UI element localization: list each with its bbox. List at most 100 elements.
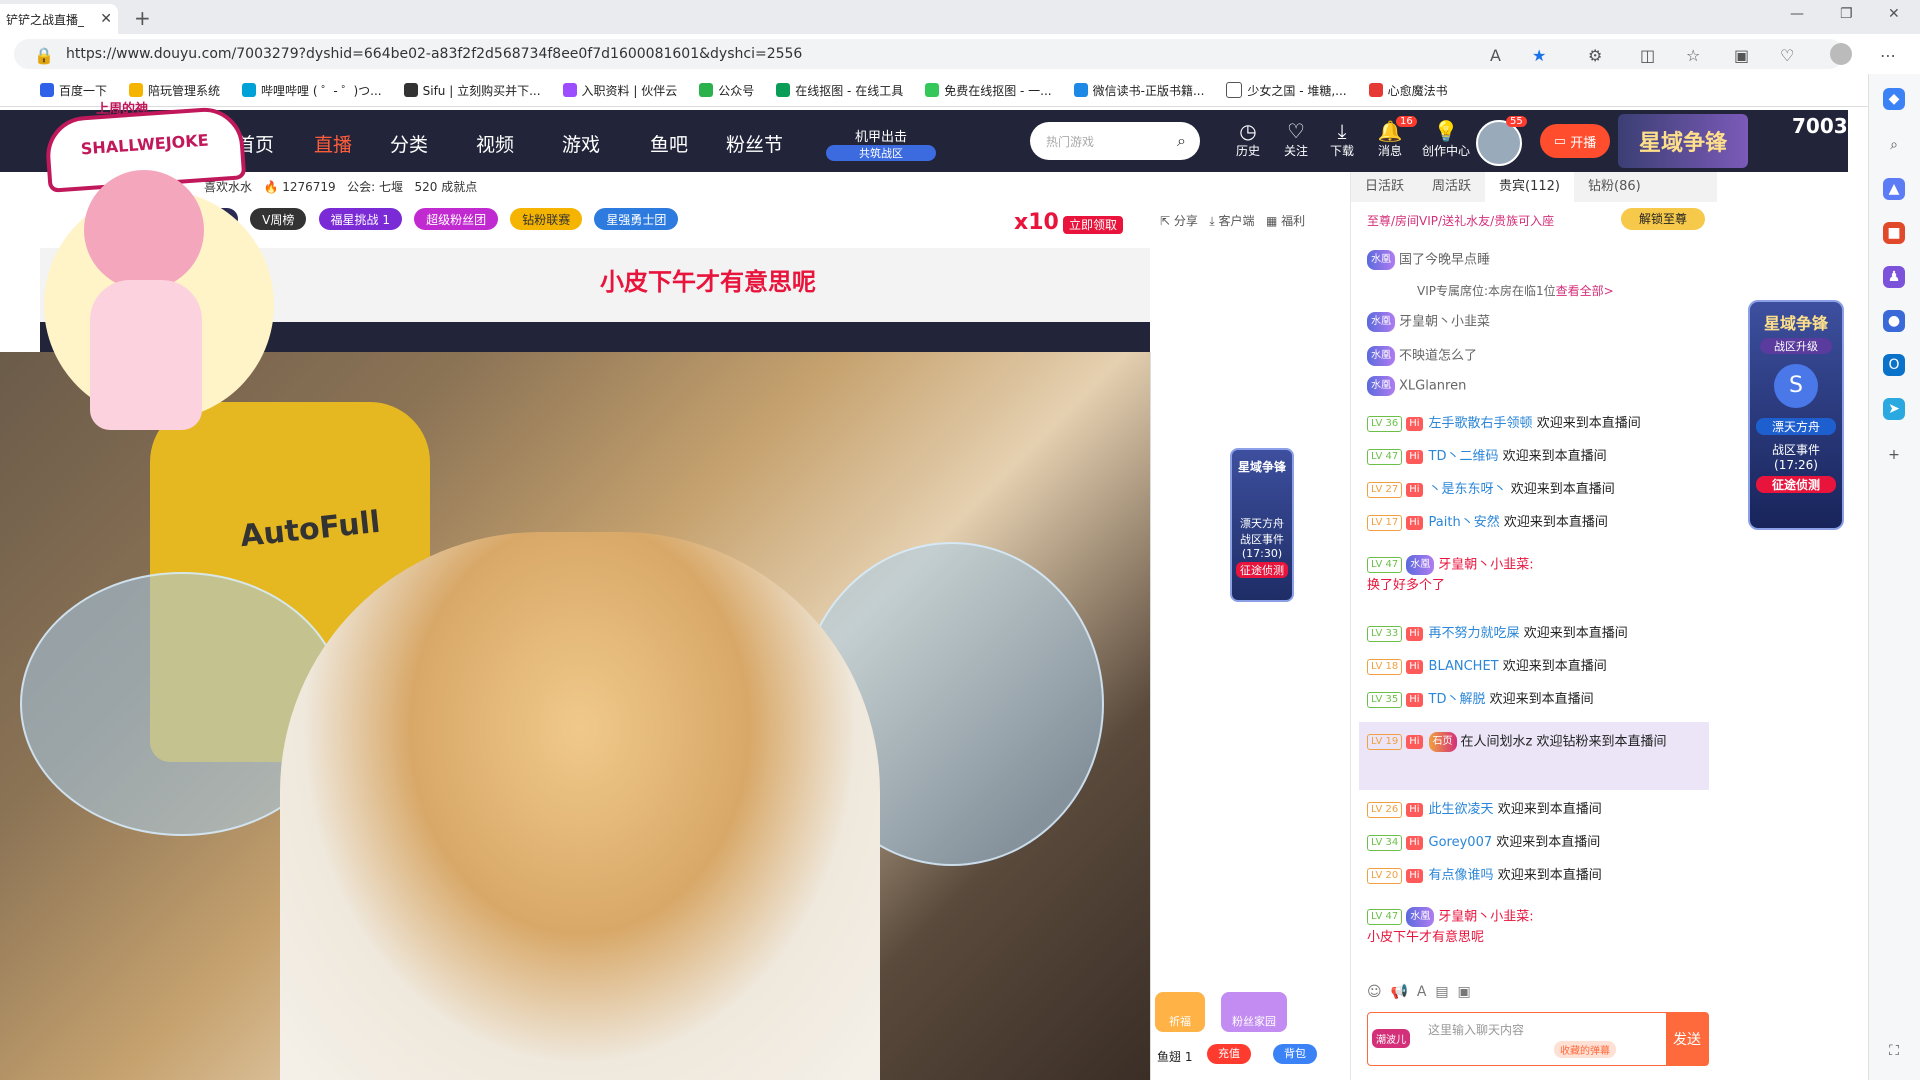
chat-username[interactable]: BLANCHET bbox=[1429, 659, 1499, 674]
history-button[interactable]: ◷ 历史 bbox=[1226, 120, 1270, 159]
guild-label[interactable]: 公会: 七堰 bbox=[347, 180, 403, 194]
shopping-icon[interactable]: ■ bbox=[1883, 222, 1905, 244]
tag-icon[interactable]: ▲ bbox=[1883, 178, 1905, 200]
streamer-tag[interactable]: 喜欢水水 bbox=[204, 180, 252, 194]
chat-identity-badge[interactable]: 潮波儿 bbox=[1372, 1029, 1410, 1048]
mini-recharge-button[interactable]: 充值 bbox=[1207, 1044, 1251, 1064]
vip-seat-row[interactable]: 水凰 不映道怎么了 bbox=[1367, 346, 1707, 367]
nav-live[interactable]: 直播 bbox=[314, 130, 352, 157]
emoji-icon[interactable]: ☺ bbox=[1367, 984, 1382, 1000]
chat-message[interactable]: LV 27 Hi 丶是东东呀丶 欢迎来到本直播间 bbox=[1367, 480, 1707, 500]
promo-claim-button[interactable]: 立即领取 bbox=[1062, 216, 1123, 234]
chat-message[interactable]: LV 33 Hi 再不努力就吃屎 欢迎来到本直播间 bbox=[1367, 624, 1707, 644]
close-window-icon[interactable]: ✕ bbox=[1888, 6, 1900, 22]
chat-input[interactable]: 潮波儿 这里输入聊天内容 收藏的弹幕 发送 bbox=[1367, 1012, 1709, 1066]
chat-message[interactable]: LV 47 水凰 牙皇朝丶小韭菜: 换了好多个了 bbox=[1367, 555, 1707, 596]
nav-video[interactable]: 视频 bbox=[476, 130, 514, 157]
search-icon[interactable]: ⌕ bbox=[1177, 131, 1186, 151]
mini-backpack-button[interactable]: 背包 bbox=[1273, 1044, 1317, 1064]
mini-fan-home-button[interactable]: 粉丝家园 bbox=[1221, 992, 1287, 1032]
messages-button[interactable]: 🔔 消息 16 bbox=[1368, 116, 1417, 159]
client-button[interactable]: ⤓ 客户端 bbox=[1209, 214, 1254, 228]
mini-event-badge[interactable]: 星域争锋 漂天方舟 战区事件 (17:30) 征途侦测 bbox=[1230, 448, 1294, 602]
chat-message[interactable]: LV 35 Hi TD丶解脱 欢迎来到本直播间 bbox=[1367, 690, 1707, 710]
extensions-icon[interactable]: ⚙ bbox=[1588, 46, 1602, 65]
chat-message[interactable]: LV 18 Hi BLANCHET 欢迎来到本直播间 bbox=[1367, 657, 1707, 677]
creator-center-button[interactable]: 💡 创作中心 bbox=[1416, 120, 1476, 159]
restore-icon[interactable]: ❐ bbox=[1840, 6, 1853, 22]
nav-fishbar[interactable]: 鱼吧 bbox=[650, 130, 688, 157]
pill-super-fans[interactable]: 超级粉丝团 bbox=[414, 208, 499, 230]
chat-username[interactable]: 丶是东东呀丶 bbox=[1429, 482, 1507, 497]
bookmark-item[interactable]: 入职资料 | 伙伴云 bbox=[562, 82, 677, 99]
chat-message[interactable]: LV 17 Hi Paith丶安然 欢迎来到本直播间 bbox=[1367, 513, 1707, 533]
lock-icon[interactable]: 🔒 bbox=[34, 46, 54, 65]
nav-fan-festival[interactable]: 粉丝节 bbox=[726, 130, 783, 157]
share-button[interactable]: ⇱ 分享 bbox=[1160, 214, 1198, 228]
bookmark-item[interactable]: 陪玩管理系统 bbox=[129, 82, 220, 99]
url-field[interactable]: https://www.douyu.com/7003279?dyshid=664… bbox=[14, 39, 1844, 69]
performance-icon[interactable]: ♡ bbox=[1780, 46, 1794, 65]
nav-games[interactable]: 游戏 bbox=[562, 130, 600, 157]
chat-username[interactable]: 有点像谁吗 bbox=[1429, 868, 1494, 883]
card-icon[interactable]: ▤ bbox=[1435, 984, 1448, 1000]
bookmark-item[interactable]: 公众号 bbox=[699, 82, 754, 99]
vip-seat-row[interactable]: 水凰 牙皇朝丶小韭菜 bbox=[1367, 312, 1707, 333]
unlock-vip-button[interactable]: 解锁至尊 bbox=[1621, 208, 1705, 230]
chat-message[interactable]: LV 20 Hi 有点像谁吗 欢迎来到本直播间 bbox=[1367, 866, 1707, 886]
event-banner[interactable]: 星域争锋 bbox=[1618, 114, 1748, 168]
saved-barrage-tag[interactable]: 收藏的弹幕 bbox=[1554, 1041, 1616, 1058]
close-tab-icon[interactable]: ✕ bbox=[100, 11, 112, 27]
bookmark-item[interactable]: 哔哩哔哩 ( ゜- ゜)つ... bbox=[242, 82, 382, 99]
read-aloud-icon[interactable]: A bbox=[1490, 46, 1501, 65]
chat-message[interactable]: LV 34 Hi Gorey007 欢迎来到本直播间 bbox=[1367, 833, 1707, 853]
tab-daily-active[interactable]: 日活跃 bbox=[1351, 172, 1418, 202]
collections-icon[interactable]: ▣ bbox=[1734, 46, 1749, 65]
chat-username[interactable]: 再不努力就吃屎 bbox=[1429, 626, 1520, 641]
screenshot-icon[interactable]: ⛶ bbox=[1883, 1040, 1905, 1062]
bookmark-item[interactable]: 免费在线抠图 - 一... bbox=[925, 82, 1052, 99]
user-avatar[interactable]: 55 bbox=[1476, 116, 1527, 166]
tab-weekly-active[interactable]: 周活跃 bbox=[1418, 172, 1485, 202]
favorites-icon[interactable]: ☆ bbox=[1686, 46, 1700, 65]
split-screen-icon[interactable]: ◫ bbox=[1640, 46, 1655, 65]
chat-username[interactable]: 牙皇朝丶小韭菜: bbox=[1438, 558, 1533, 573]
chat-message[interactable]: LV 19 Hi 石页 在人间划水z 欢迎钻粉来到本直播间 bbox=[1367, 732, 1707, 753]
bookmark-item[interactable]: 微信读书-正版书籍... bbox=[1073, 82, 1204, 99]
start-live-button[interactable]: ▭ 开播 bbox=[1540, 124, 1610, 158]
badge-button[interactable]: 征途侦测 bbox=[1756, 476, 1836, 493]
chat-message[interactable]: LV 26 Hi 此生欲凌天 欢迎来到本直播间 bbox=[1367, 800, 1707, 820]
tab-diamond-fans[interactable]: 钻粉(86) bbox=[1574, 172, 1655, 202]
chat-username[interactable]: 此生欲凌天 bbox=[1429, 802, 1494, 817]
send-button[interactable]: 发送 bbox=[1666, 1013, 1708, 1065]
new-tab-icon[interactable]: + bbox=[134, 6, 151, 30]
pill-diamond-league[interactable]: 钻粉联赛 bbox=[510, 208, 583, 230]
event-badge[interactable]: 星域争锋 战区升级 S 漂天方舟 战区事件 (17:26) 征途侦测 bbox=[1748, 300, 1844, 530]
vip-view-all-link[interactable]: 查看全部> bbox=[1556, 284, 1614, 298]
mecha-promo[interactable]: 机甲出击 共筑战区 bbox=[826, 126, 936, 161]
download-button[interactable]: ⤓ 下载 bbox=[1320, 120, 1364, 159]
nav-category[interactable]: 分类 bbox=[390, 130, 428, 157]
chat-username[interactable]: Paith丶安然 bbox=[1429, 515, 1500, 530]
chat-username[interactable]: TD丶解脱 bbox=[1429, 692, 1486, 707]
outlook-icon[interactable]: O bbox=[1883, 354, 1905, 376]
bookmark-item[interactable]: 百度一下 bbox=[40, 82, 107, 99]
chat-message[interactable]: LV 47 Hi TD丶二维码 欢迎来到本直播间 bbox=[1367, 447, 1707, 467]
bookmark-item[interactable]: 在线抠图 - 在线工具 bbox=[776, 82, 903, 99]
bookmark-item[interactable]: 心愈魔法书 bbox=[1368, 82, 1448, 99]
pill-challenge[interactable]: 福星挑战 1 bbox=[318, 208, 402, 230]
microsoft-365-icon[interactable]: ● bbox=[1883, 310, 1905, 332]
more-menu-icon[interactable]: ⋯ bbox=[1880, 46, 1896, 65]
video-player[interactable]: AutoFull bbox=[0, 352, 1150, 1080]
bookmark-item[interactable]: Sifu | 立刻购买并下... bbox=[403, 82, 541, 99]
bookmark-item[interactable]: 少女之国 - 堆糖,... bbox=[1226, 82, 1347, 99]
chat-message[interactable]: LV 36 Hi 左手歌散右手领顿 欢迎来到本直播间 bbox=[1367, 414, 1707, 434]
search-icon[interactable]: ⌕ bbox=[1883, 134, 1905, 156]
follow-button[interactable]: ♡ 关注 bbox=[1274, 120, 1318, 159]
chat-username[interactable]: 左手歌散右手领顿 bbox=[1429, 416, 1533, 431]
chat-username[interactable]: TD丶二维码 bbox=[1429, 449, 1499, 464]
welfare-button[interactable]: ▦ 福利 bbox=[1266, 214, 1305, 228]
minimize-icon[interactable]: — bbox=[1790, 6, 1804, 22]
pill-warrior-team[interactable]: 星强勇士团 bbox=[594, 208, 679, 230]
favorite-star-icon[interactable]: ★ bbox=[1532, 46, 1546, 65]
